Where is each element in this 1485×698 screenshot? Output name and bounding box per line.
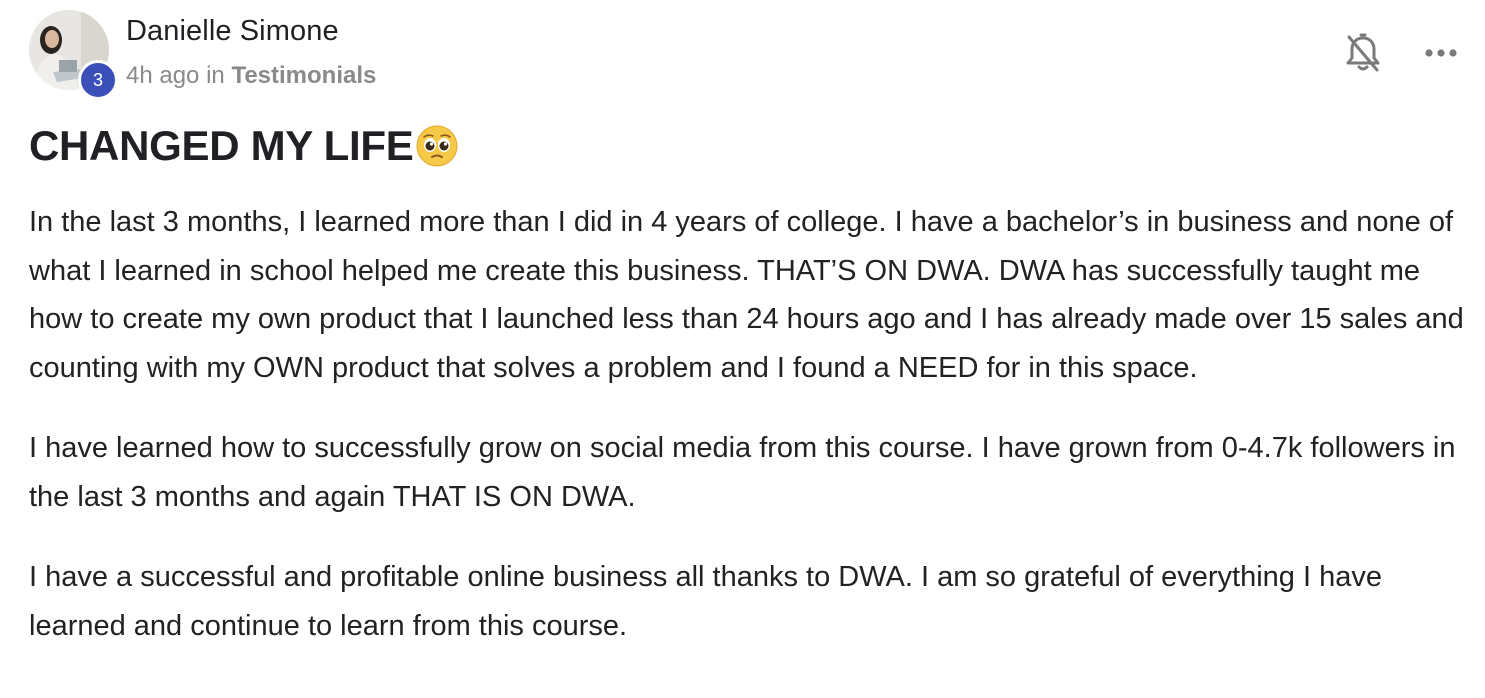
post-meta: 4h ago in Testimonials (126, 62, 376, 90)
post-time: 4h ago (126, 62, 200, 89)
avatar-wrapper[interactable]: 3 (29, 10, 118, 100)
meta-preposition: in (206, 62, 225, 89)
bell-off-icon[interactable] (1344, 32, 1382, 74)
post-title: CHANGED MY LIFE (29, 122, 459, 170)
post-paragraph-2: I have learned how to successfully grow … (29, 432, 1456, 513)
post-card: 3 Danielle Simone 4h ago in Testimonials… (0, 0, 1485, 698)
more-horizontal-icon[interactable] (1422, 38, 1460, 68)
post-paragraph-1: In the last 3 months, I learned more tha… (29, 206, 1464, 384)
post-title-text: CHANGED MY LIFE (29, 122, 414, 169)
level-badge: 3 (78, 60, 118, 100)
post-body: In the last 3 months, I learned more tha… (29, 198, 1479, 682)
post-paragraph-3: I have a successful and profitable onlin… (29, 561, 1382, 642)
pleading-face-emoji-icon (415, 124, 459, 168)
post-category-link[interactable]: Testimonials (231, 62, 376, 89)
author-name[interactable]: Danielle Simone (126, 15, 339, 48)
